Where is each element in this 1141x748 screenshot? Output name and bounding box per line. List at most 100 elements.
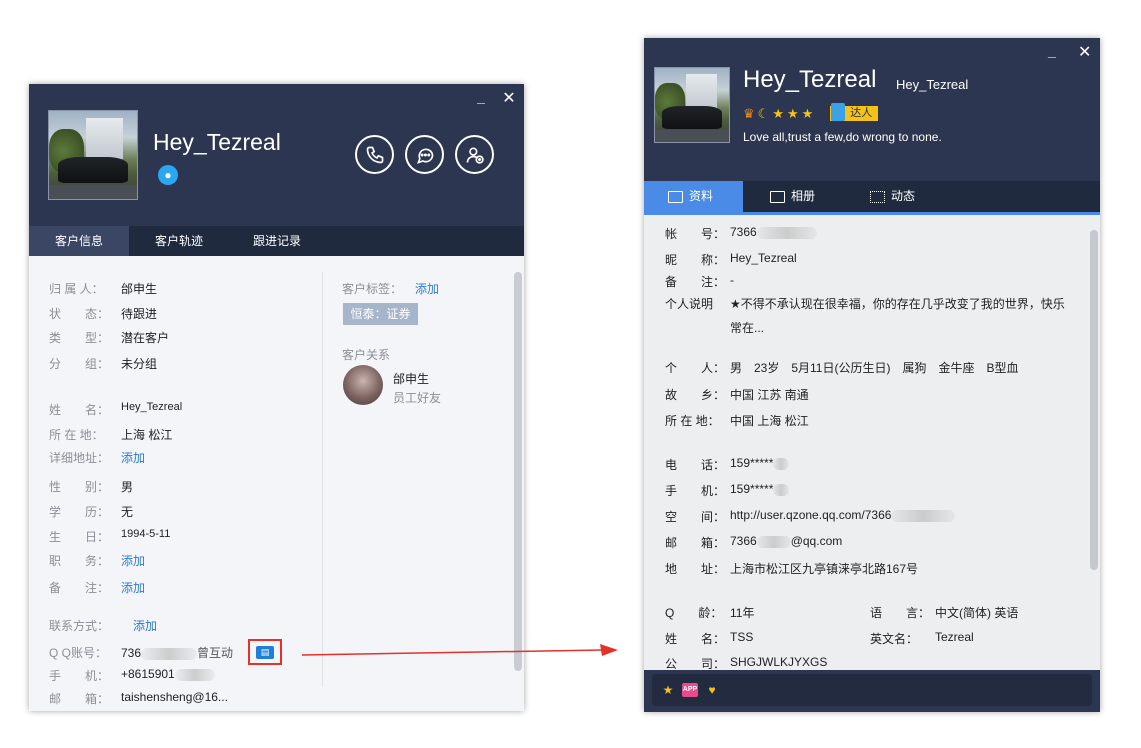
tab-customer-info[interactable]: 客户信息 bbox=[29, 226, 129, 256]
qq-label: Q Q账号： bbox=[49, 646, 108, 660]
row-label: 邮 箱： bbox=[665, 536, 726, 550]
field-group[interactable]: 未分组 bbox=[121, 355, 157, 372]
field-birthday: 1994-5-11 bbox=[121, 528, 171, 540]
row-label: 英文名： bbox=[870, 632, 919, 646]
phone-label: 手 机： bbox=[49, 669, 110, 683]
customer-info-window: Hey_Tezreal ● _ ✕ 客户信息 客户轨迹 跟进记录 归 属 人： 邰… bbox=[29, 84, 524, 711]
profile-avatar[interactable] bbox=[48, 110, 138, 200]
close-button[interactable]: ✕ bbox=[502, 88, 516, 107]
tab-profile[interactable]: 资料 bbox=[644, 181, 743, 212]
relation-label: 客户关系 bbox=[342, 348, 391, 362]
vip-icon[interactable]: ♥ bbox=[704, 683, 720, 697]
right-tab-bar: 资料 相册 动态 bbox=[644, 181, 1100, 215]
email-label: 邮 箱： bbox=[49, 692, 110, 706]
qzone-link[interactable]: http://user.qzone.qq.com/7366 bbox=[730, 508, 956, 522]
bio-value: ★不得不承认现在很幸福，你的存在几乎改变了我的世界，快乐 bbox=[730, 297, 1065, 311]
english-name-value: Tezreal bbox=[935, 630, 974, 644]
bio-continued: 常在... bbox=[730, 321, 765, 335]
profile-name: Hey_Tezreal bbox=[743, 66, 877, 93]
minimize-button[interactable]: _ bbox=[1048, 43, 1056, 59]
field-label: 姓 名： bbox=[49, 403, 110, 417]
relation-name[interactable]: 邰申生 bbox=[393, 370, 429, 387]
tab-feed[interactable]: 动态 bbox=[870, 181, 950, 212]
add-address-link[interactable]: 添加 bbox=[121, 449, 145, 466]
telephone-value: 159***** bbox=[730, 456, 790, 470]
qq-profile-window: Hey_Tezreal Hey_Tezreal ♛ ☾ ★ ★ ★ 达人 Lov… bbox=[644, 38, 1100, 712]
star-icon: ★ bbox=[772, 106, 784, 121]
call-button[interactable] bbox=[355, 135, 394, 174]
add-friend-button[interactable] bbox=[455, 135, 494, 174]
row-label: 个人说明 bbox=[665, 297, 714, 311]
profile-details: 帐 号： 7366 昵 称： Hey_Tezreal 备 注： - 个人说明 ★不得不承… bbox=[644, 218, 1100, 671]
field-label: 分 组： bbox=[49, 357, 110, 371]
add-position-link[interactable]: 添加 bbox=[121, 552, 145, 569]
minimize-button[interactable]: _ bbox=[475, 89, 487, 105]
footer-toolbar: ★ APP ♥ bbox=[652, 674, 1092, 706]
field-label: 详细地址： bbox=[49, 451, 110, 465]
star-icon[interactable]: ★ bbox=[660, 683, 676, 697]
star-icon: ★ bbox=[786, 106, 799, 121]
id-card-icon: ▤ bbox=[256, 645, 274, 659]
daren-badge[interactable]: 达人 bbox=[830, 103, 879, 121]
row-label: 帐 号： bbox=[665, 227, 726, 241]
tab-customer-track[interactable]: 客户轨迹 bbox=[129, 226, 229, 256]
language-value: 中文(简体) 英语 bbox=[935, 606, 1019, 620]
contact-title: 联系方式： bbox=[49, 619, 110, 633]
email-value: 7366 @qq.com bbox=[730, 534, 843, 548]
level-badges: ♛ ☾ ★ ★ ★ 达人 bbox=[743, 103, 879, 121]
field-label: 状 态： bbox=[49, 307, 110, 321]
add-tag-link[interactable]: 添加 bbox=[415, 280, 439, 297]
chat-button[interactable] bbox=[405, 135, 444, 174]
row-label: 备 注： bbox=[665, 275, 726, 289]
profile-nickname: Hey_Tezreal bbox=[896, 77, 969, 92]
field-label: 学 历： bbox=[49, 505, 110, 519]
right-scrollbar[interactable] bbox=[1090, 230, 1098, 570]
moon-icon: ☾ bbox=[757, 106, 770, 121]
row-label: 所 在 地： bbox=[665, 414, 720, 428]
row-label: 姓 名： bbox=[665, 632, 726, 646]
qq-penguin-icon: ● bbox=[158, 165, 178, 185]
qq-profile-card-button[interactable]: ▤ bbox=[248, 639, 282, 665]
add-contact-link[interactable]: 添加 bbox=[133, 617, 157, 634]
add-user-icon bbox=[466, 147, 484, 164]
nickname-value: Hey_Tezreal bbox=[730, 251, 797, 265]
hometown-value: 中国 江苏 南通 bbox=[730, 388, 809, 402]
field-status[interactable]: 待跟进 bbox=[121, 305, 157, 322]
personal-value: 男 23岁 5月11日(公历生日) 属狗 金牛座 B型血 bbox=[730, 361, 1019, 375]
customer-tag[interactable]: 恒泰：证券 bbox=[343, 303, 418, 325]
tab-followup-record[interactable]: 跟进记录 bbox=[227, 226, 327, 256]
phone-number: +8615901 bbox=[121, 667, 215, 681]
tags-label: 客户标签： bbox=[342, 282, 403, 296]
real-name-value: TSS bbox=[730, 630, 754, 644]
left-scrollbar[interactable] bbox=[514, 272, 522, 671]
email-value: taishensheng@16... bbox=[121, 690, 228, 704]
address-value: 上海市松江区九亭镇涞亭北路167号 bbox=[730, 562, 919, 576]
field-label: 所 在 地： bbox=[49, 428, 104, 442]
relation-avatar[interactable] bbox=[343, 365, 383, 405]
profile-avatar[interactable] bbox=[654, 67, 730, 143]
column-divider bbox=[322, 272, 323, 687]
location-value: 中国 上海 松江 bbox=[730, 414, 809, 428]
field-location: 上海 松江 bbox=[121, 428, 173, 442]
row-label: 故 乡： bbox=[665, 388, 726, 402]
tab-album[interactable]: 相册 bbox=[770, 181, 850, 212]
right-header: Hey_Tezreal Hey_Tezreal ♛ ☾ ★ ★ ★ 达人 Lov… bbox=[644, 38, 1100, 181]
profile-name: Hey_Tezreal bbox=[153, 129, 281, 155]
company-value: SHGJWLKJYXGS bbox=[730, 655, 828, 669]
row-label: Q 龄： bbox=[665, 606, 723, 620]
left-header: Hey_Tezreal ● _ ✕ bbox=[29, 84, 524, 226]
row-label: 昵 称： bbox=[665, 253, 726, 267]
row-label: 空 间： bbox=[665, 510, 726, 524]
add-remark-link[interactable]: 添加 bbox=[121, 579, 145, 596]
remark-value: - bbox=[730, 273, 734, 287]
field-label: 类 型： bbox=[49, 331, 110, 345]
relation-desc: 员工好友 bbox=[393, 391, 442, 405]
field-type[interactable]: 潜在客户 bbox=[121, 329, 169, 346]
app-icon[interactable]: APP bbox=[682, 683, 698, 697]
field-label: 性 别： bbox=[49, 480, 110, 494]
field-label: 归 属 人： bbox=[49, 282, 104, 296]
qq-number: 736 曾互动 bbox=[121, 646, 234, 660]
qq-account: 7366 bbox=[730, 225, 817, 239]
close-button[interactable]: ✕ bbox=[1078, 42, 1091, 62]
mobile-value: 159***** bbox=[730, 482, 790, 496]
